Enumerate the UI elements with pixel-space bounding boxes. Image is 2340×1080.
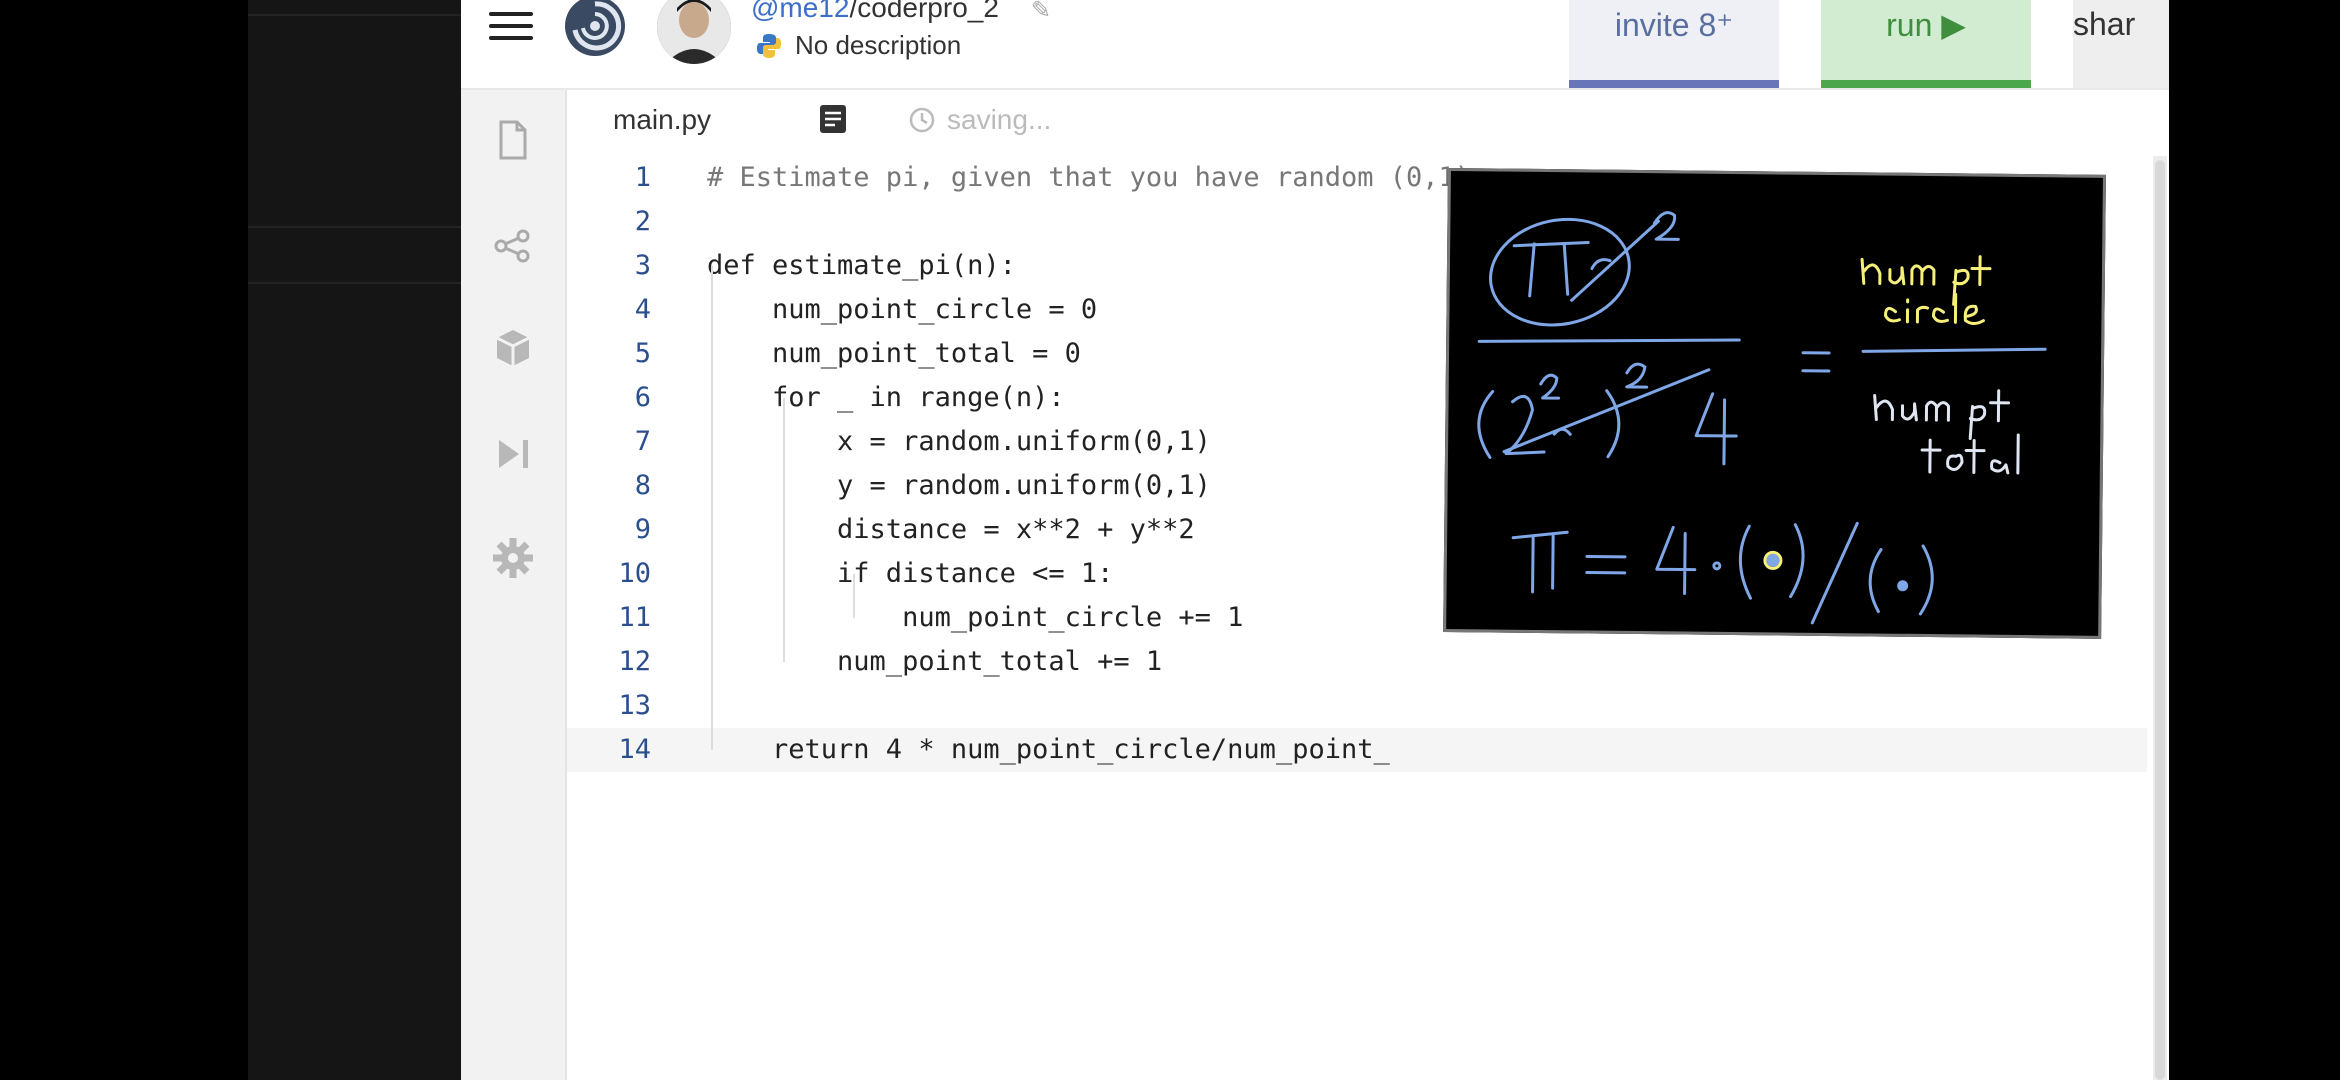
vertical-scrollbar-thumb[interactable] xyxy=(2155,160,2165,1080)
file-format-icon[interactable] xyxy=(819,104,847,134)
file-icon[interactable] xyxy=(491,118,535,162)
run-underline xyxy=(1821,80,2031,88)
right-margin xyxy=(2169,0,2340,1080)
line-number: 2 xyxy=(634,206,651,237)
line-number: 6 xyxy=(634,382,651,413)
repo-description: No description xyxy=(755,30,961,61)
save-status-text: saving... xyxy=(947,104,1052,135)
repo-name[interactable]: coderpro_2 xyxy=(857,0,999,23)
description-text: No description xyxy=(795,30,962,60)
code-text: num_point_total = 0 xyxy=(707,338,1081,369)
indent-guide xyxy=(783,398,785,662)
whiteboard-drawing xyxy=(1477,211,2047,625)
indent-guide xyxy=(853,574,855,618)
repo-title[interactable]: @me12/coderpro_2 xyxy=(751,0,999,24)
debugger-icon[interactable] xyxy=(491,432,535,476)
share-nodes-icon[interactable] xyxy=(491,224,535,268)
background-window xyxy=(248,0,461,1080)
code-line: 12 num_point_total += 1 xyxy=(567,640,2147,684)
line-number: 10 xyxy=(618,558,651,589)
file-tab-main[interactable]: main.py xyxy=(613,104,711,136)
code-text: distance = x**2 + y**2 xyxy=(707,514,1195,545)
code-text: if distance <= 1: xyxy=(707,558,1114,589)
invite-button[interactable]: invite 8⁺ xyxy=(1569,0,1779,88)
line-number: 1 xyxy=(634,162,651,193)
package-icon[interactable] xyxy=(491,326,535,370)
line-number: 9 xyxy=(634,514,651,545)
line-number: 8 xyxy=(634,470,651,501)
line-number: 12 xyxy=(618,646,651,677)
code-line-current: 14 return 4 * num_point_circle/num_point… xyxy=(567,728,2147,772)
code-text: for _ in range(n): xyxy=(707,382,1065,413)
run-button[interactable]: run ▶ xyxy=(1821,0,2031,88)
line-number: 13 xyxy=(618,690,651,721)
code-text: def estimate_pi(n): xyxy=(707,250,1016,281)
code-text: return 4 * num_point_circle/num_point_ xyxy=(707,734,1390,765)
line-number: 5 xyxy=(634,338,651,369)
share-button[interactable]: shar xyxy=(2073,0,2169,88)
divider xyxy=(248,226,461,228)
handwritten-whiteboard-overlay xyxy=(1443,168,2106,639)
invite-label: invite 8⁺ xyxy=(1614,7,1734,43)
line-number: 3 xyxy=(634,250,651,281)
left-sidebar xyxy=(461,90,567,1080)
share-label: shar xyxy=(2073,6,2136,42)
app-logo-icon[interactable] xyxy=(563,0,627,58)
code-text: # Estimate pi, given that you have rando… xyxy=(707,162,1472,193)
edit-pencil-icon[interactable]: ✎ xyxy=(1031,0,1051,25)
code-text: num_point_total += 1 xyxy=(707,646,1163,677)
run-label: run ▶ xyxy=(1886,7,1966,43)
top-header: @me12/coderpro_2 ✎ No description invite… xyxy=(461,0,2169,90)
hamburger-menu-icon[interactable] xyxy=(489,12,533,44)
invite-underline xyxy=(1569,80,1779,88)
code-text: num_point_circle = 0 xyxy=(707,294,1098,325)
history-icon xyxy=(909,107,935,133)
user-avatar[interactable] xyxy=(657,0,731,64)
line-number: 4 xyxy=(634,294,651,325)
editor-tab-bar: main.py saving... xyxy=(567,90,2169,156)
save-status: saving... xyxy=(907,104,1051,136)
line-number: 11 xyxy=(618,602,651,633)
divider xyxy=(248,14,461,16)
repo-owner[interactable]: @me12 xyxy=(751,0,849,23)
code-text: num_point_circle += 1 xyxy=(707,602,1244,633)
line-number: 14 xyxy=(618,734,651,765)
divider xyxy=(248,282,461,284)
line-number: 7 xyxy=(634,426,651,457)
settings-gear-icon[interactable] xyxy=(491,536,535,580)
code-line: 13 xyxy=(567,684,2147,728)
python-icon xyxy=(757,33,781,58)
indent-guide xyxy=(711,266,713,750)
